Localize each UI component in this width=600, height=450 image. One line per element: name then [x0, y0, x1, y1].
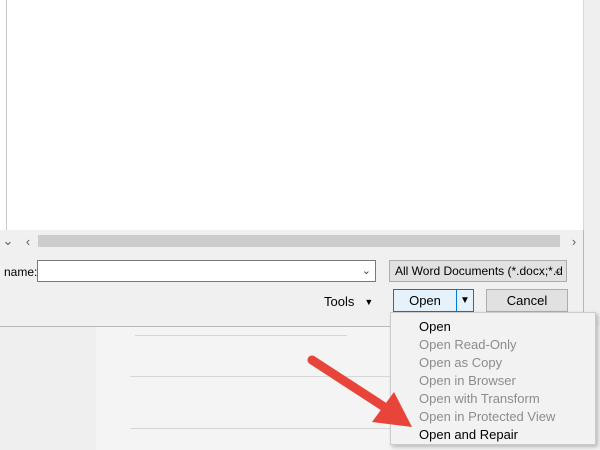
file-type-select[interactable]: All Word Documents (*.docx;*.d ⌄: [389, 260, 567, 282]
menu-item-open-in-protected-view[interactable]: Open in Protected View: [419, 409, 555, 424]
file-name-input[interactable]: ⌄: [37, 260, 376, 282]
menu-item-open-as-copy[interactable]: Open as Copy: [419, 355, 502, 370]
menu-item-open-in-browser[interactable]: Open in Browser: [419, 373, 516, 388]
file-list-divider: [6, 0, 7, 230]
open-dropdown-button[interactable]: ▼: [457, 289, 474, 312]
chevron-down-icon[interactable]: ⌄: [0, 232, 16, 250]
caret-down-icon: ▼: [364, 297, 374, 307]
horizontal-scrollbar[interactable]: ⌄ ‹ ›: [0, 232, 583, 250]
file-type-value: All Word Documents (*.docx;*.d: [395, 264, 563, 278]
background-divider: [135, 335, 347, 336]
background-divider: [130, 376, 410, 377]
file-name-label: name:: [4, 265, 38, 279]
open-button[interactable]: Open: [393, 289, 457, 312]
chevron-down-icon: ⌄: [552, 265, 562, 277]
cancel-button[interactable]: Cancel: [486, 289, 568, 312]
chevron-right-icon[interactable]: ›: [566, 232, 582, 250]
menu-item-open[interactable]: Open: [419, 319, 451, 334]
caret-down-icon: ▼: [460, 295, 470, 306]
menu-item-open-with-transform[interactable]: Open with Transform: [419, 391, 540, 406]
file-list[interactable]: [0, 0, 584, 230]
background-divider: [130, 428, 390, 429]
scrollbar-thumb[interactable]: [38, 235, 560, 247]
tools-menu-button[interactable]: Tools ▼: [324, 294, 373, 309]
menu-item-open-read-only[interactable]: Open Read-Only: [419, 337, 517, 352]
chevron-down-icon[interactable]: ⌄: [362, 264, 371, 277]
open-file-dialog: ⌄ ‹ › name: ⌄ All Word Documents (*.docx…: [0, 0, 584, 327]
menu-item-open-and-repair[interactable]: Open and Repair: [419, 427, 518, 442]
chevron-left-icon[interactable]: ‹: [20, 232, 36, 250]
tools-label: Tools: [324, 294, 355, 309]
open-options-menu: Open Open Read-Only Open as Copy Open in…: [390, 312, 596, 445]
